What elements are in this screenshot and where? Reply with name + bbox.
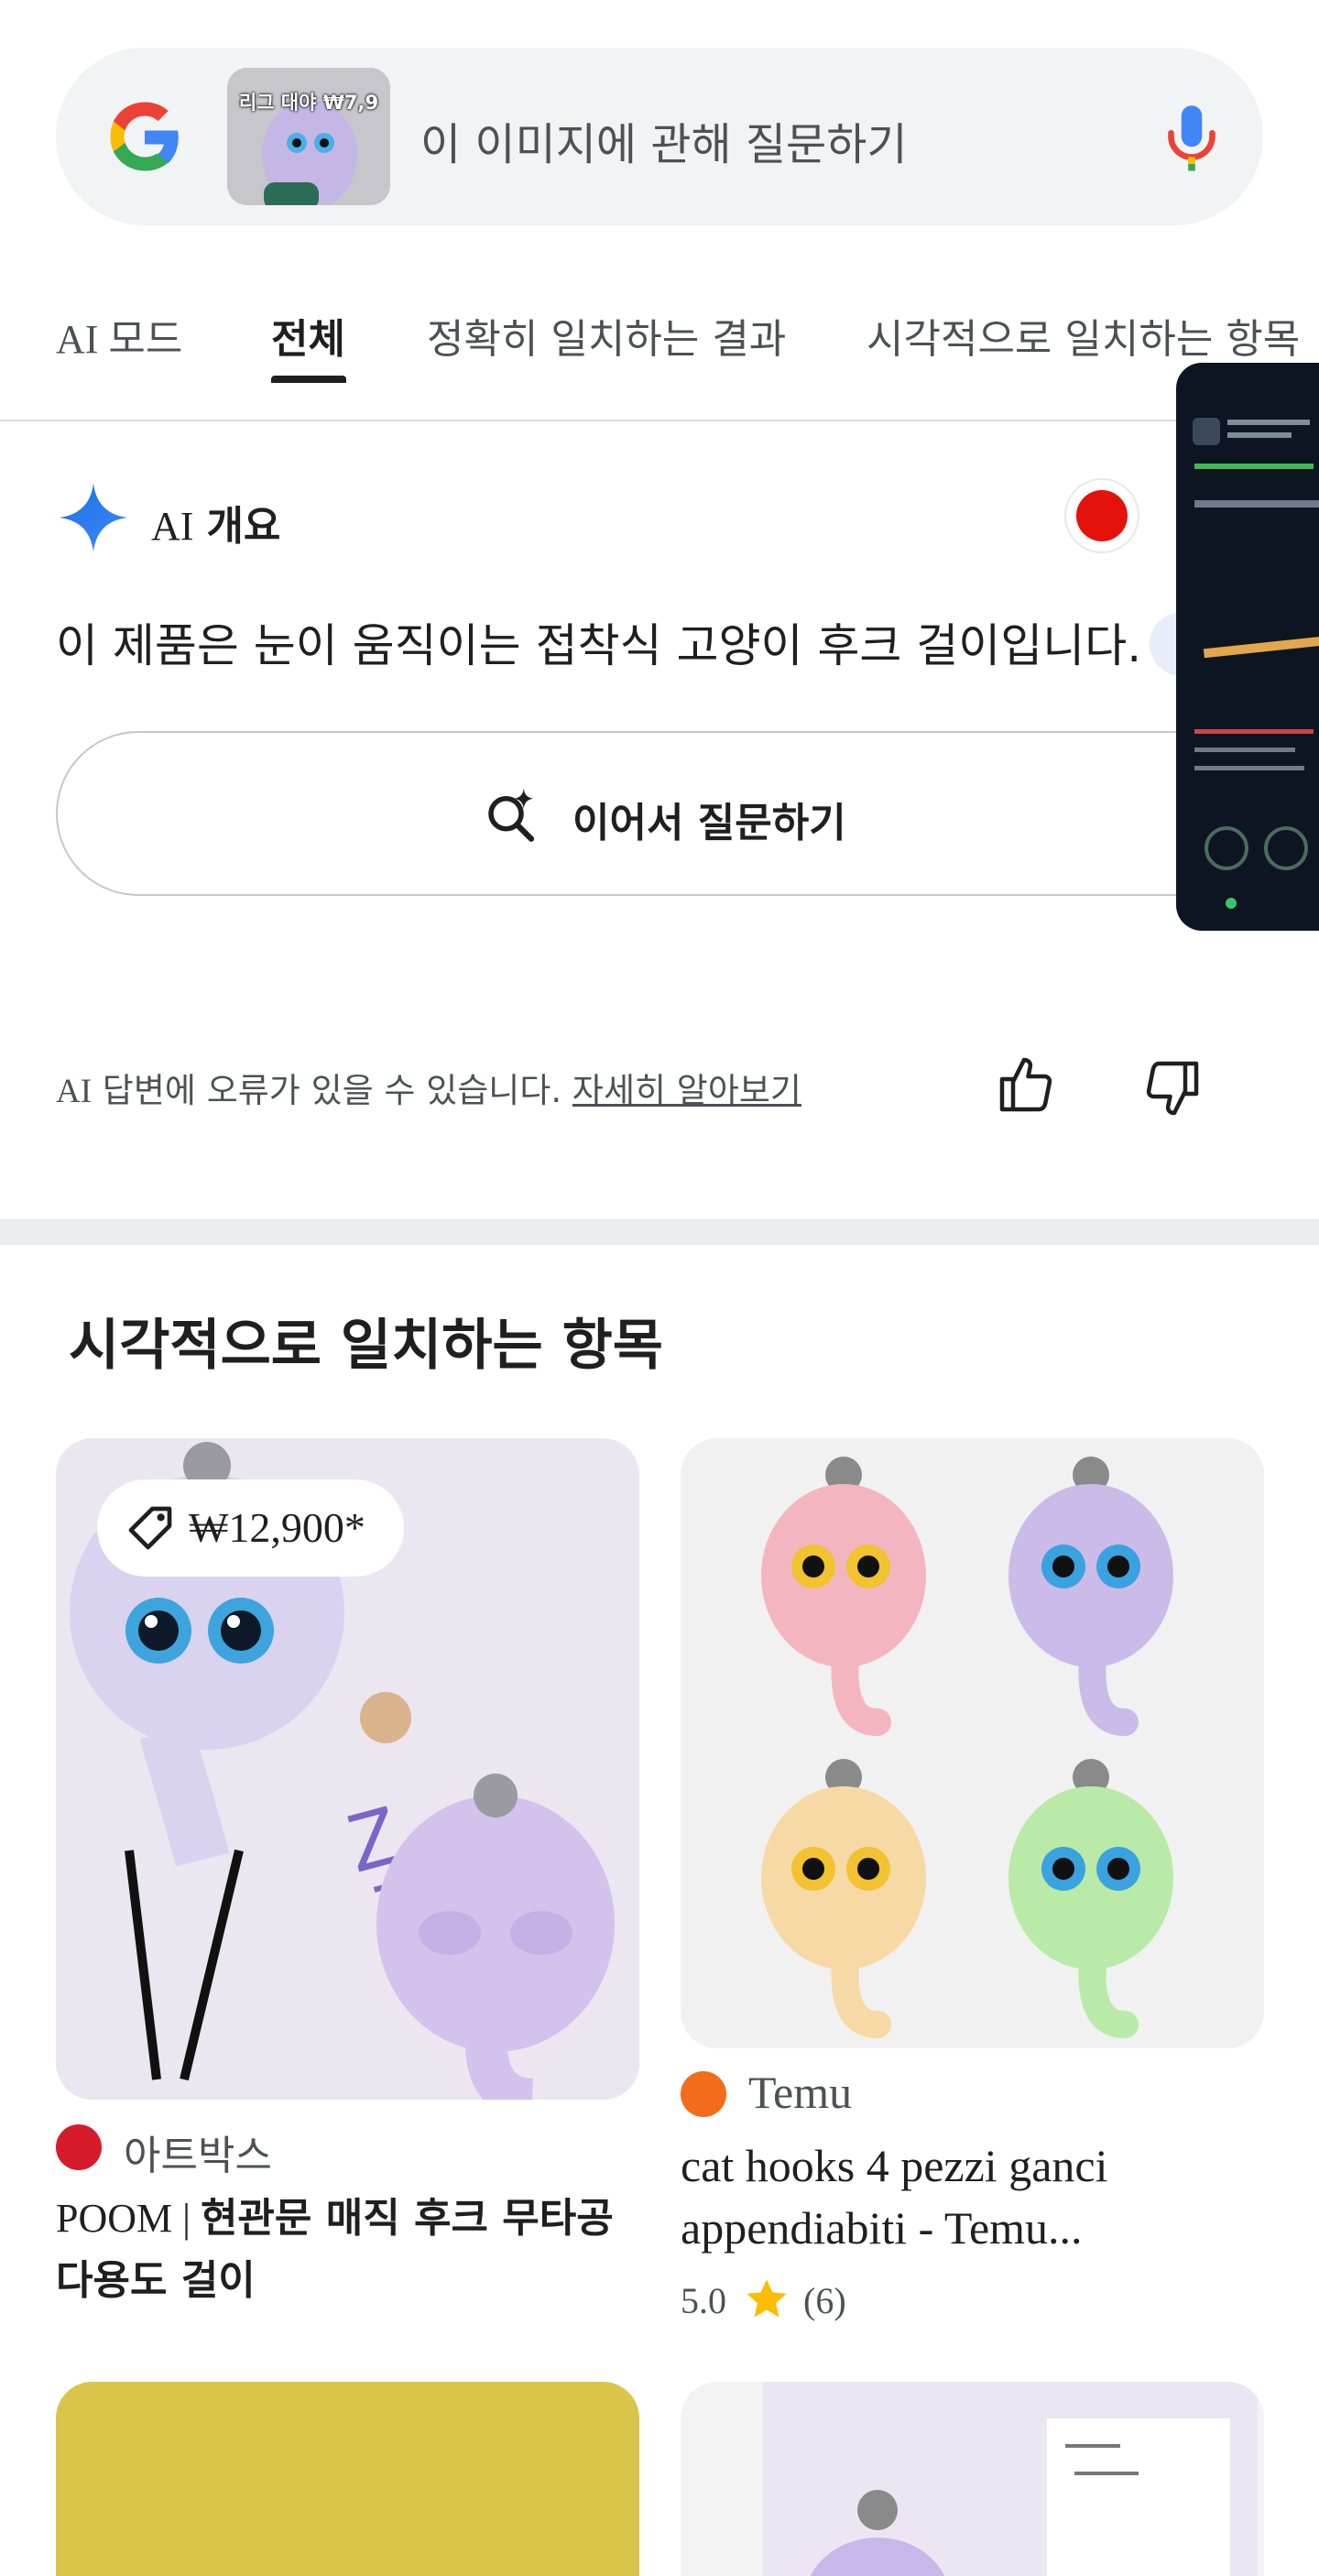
thumbs-up-icon[interactable] bbox=[994, 1052, 1060, 1118]
rating-count: (6) bbox=[803, 2280, 846, 2321]
search-input[interactable]: 이 이미지에 관해 질문하기 bbox=[420, 108, 908, 172]
sparkle-icon bbox=[59, 483, 128, 552]
source-name: 아트박스 bbox=[124, 2133, 272, 2179]
tab-bar: AI 모드 전체 정확히 일치하는 결과 시각적으로 일치하는 항목 bbox=[0, 284, 1319, 421]
product-image-3[interactable] bbox=[56, 2382, 639, 2576]
active-tab-indicator bbox=[271, 376, 346, 383]
google-logo-icon[interactable] bbox=[104, 95, 186, 178]
ai-disclaimer: AI 답변에 오류가 있을 수 있습니다. 자세히 알아보기 bbox=[56, 1071, 801, 1110]
thumbs-down-icon[interactable] bbox=[1139, 1055, 1205, 1121]
tag-icon bbox=[128, 1506, 172, 1550]
cat-hooks-four-colors-graphic bbox=[681, 1438, 1264, 2048]
search-sparkle-icon bbox=[488, 788, 535, 842]
product-image-3-graphic bbox=[56, 2382, 639, 2576]
tab-visual-matches[interactable]: 시각적으로 일치하는 항목 bbox=[867, 306, 1300, 365]
follow-up-question-button[interactable]: 이어서 질문하기 bbox=[56, 731, 1283, 896]
product-title-1[interactable]: POOM | 현관문 매직 후크 무타공 다용도 걸이 bbox=[56, 2188, 642, 2312]
visual-matches-title: 시각적으로 일치하는 항목 bbox=[69, 1314, 663, 1378]
price-badge: ₩12,900* bbox=[97, 1479, 404, 1577]
mic-icon[interactable] bbox=[1150, 95, 1233, 178]
artbox-favicon-icon bbox=[56, 2124, 102, 2170]
ai-overview-text: 이 제품은 눈이 움직이는 접착식 고양이 후크 걸이입니다. bbox=[56, 619, 1142, 672]
side-preview-panel[interactable] bbox=[1176, 363, 1319, 931]
query-image-thumbnail[interactable]: 리그 대야 ₩7,9 bbox=[227, 68, 390, 205]
tab-ai-mode[interactable]: AI 모드 bbox=[56, 306, 182, 365]
source-name: Temu bbox=[748, 2067, 853, 2118]
tab-exact-matches[interactable]: 정확히 일치하는 결과 bbox=[427, 306, 786, 365]
ai-overview-title: AI 개요 bbox=[151, 503, 281, 550]
product-title-2[interactable]: cat hooks 4 pezzi ganci appendiabiti - T… bbox=[681, 2134, 1267, 2259]
tab-all[interactable]: 전체 bbox=[271, 306, 345, 365]
star-icon bbox=[747, 2279, 787, 2318]
product-image-4-graphic bbox=[681, 2382, 1264, 2576]
follow-up-label: 이어서 질문하기 bbox=[572, 800, 846, 846]
product-image-4[interactable] bbox=[681, 2382, 1264, 2576]
product-image-2[interactable] bbox=[681, 1438, 1264, 2048]
learn-more-link[interactable]: 자세히 알아보기 bbox=[572, 1071, 801, 1110]
side-preview-graphic bbox=[1193, 418, 1319, 909]
ai-source-logo[interactable] bbox=[1064, 478, 1139, 553]
section-divider bbox=[0, 1219, 1319, 1245]
price-label: ₩12,900* bbox=[189, 1504, 365, 1551]
search-bar[interactable]: 리그 대야 ₩7,9 이 이미지에 관해 질문하기 bbox=[56, 48, 1263, 225]
thumbnail-caption: 리그 대야 ₩7,9 bbox=[238, 92, 379, 114]
temu-favicon-icon bbox=[681, 2071, 726, 2117]
rating-value: 5.0 bbox=[681, 2280, 726, 2321]
product-image-1[interactable]: Z Z ₩12,900* bbox=[56, 1438, 639, 2100]
